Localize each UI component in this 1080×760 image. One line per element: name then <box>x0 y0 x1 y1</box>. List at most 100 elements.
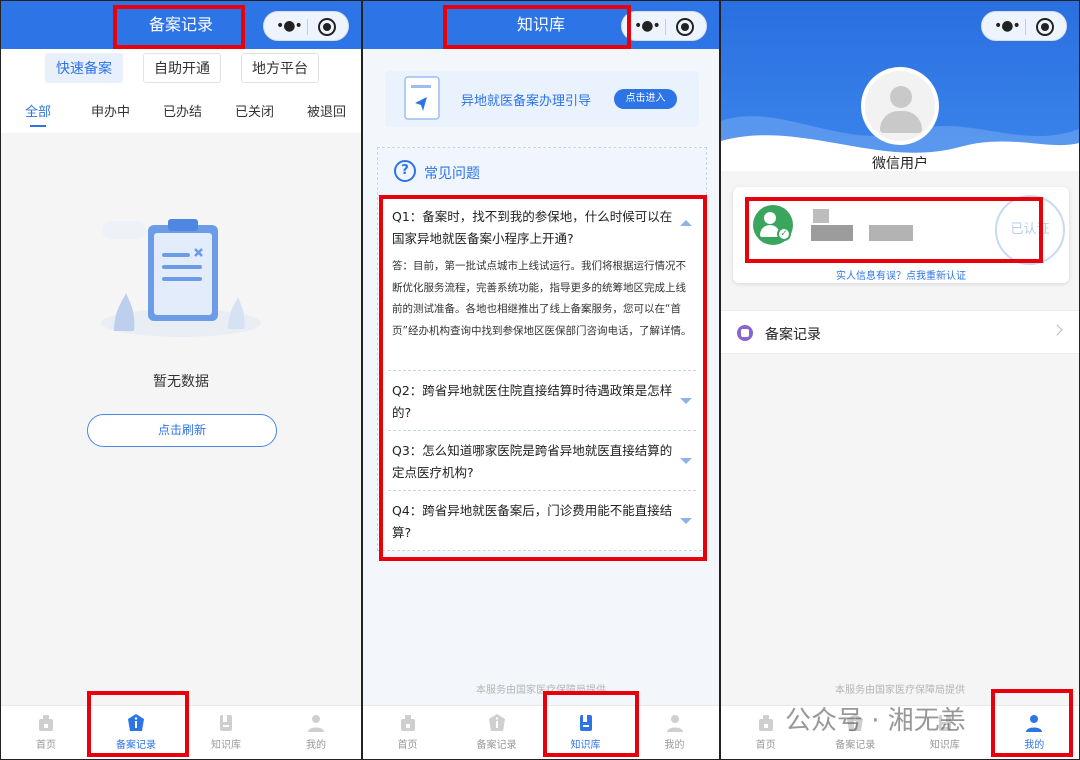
guide-banner[interactable]: 异地就医备案办理引导 点击进入 <box>385 71 699 127</box>
user-nickname: 微信用户 <box>872 156 928 172</box>
masked-name <box>813 209 829 223</box>
close-miniapp-icon[interactable] <box>318 18 336 36</box>
faq-title: 常见问题 <box>424 166 480 182</box>
tab-knowledge[interactable]: 知识库 <box>541 706 630 759</box>
chevron-right-icon <box>1051 324 1063 336</box>
avatar[interactable] <box>861 67 939 145</box>
capsule-divider <box>307 19 308 35</box>
wechat-watermark: 公众号 · 湘无恙 <box>785 706 966 736</box>
faq-header: ? 常见问题 <box>378 148 706 196</box>
quick-record-button[interactable]: 快速备案 <box>45 53 123 83</box>
user-icon <box>666 715 683 732</box>
miniapp-capsule[interactable]: •●• <box>263 11 349 41</box>
tab-knowledge-label: 知识库 <box>570 740 601 751</box>
close-miniapp-icon[interactable] <box>1036 18 1054 36</box>
tab-mine-label: 我的 <box>664 740 685 751</box>
reauth-link[interactable]: 实人信息有误？点我重新认证 <box>733 267 1069 282</box>
tab-home-label: 首页 <box>755 740 776 751</box>
miniapp-capsule[interactable]: •●• <box>621 11 707 41</box>
active-tab-underline <box>30 125 46 127</box>
masked-id-number <box>869 225 913 241</box>
tab-home[interactable]: 首页 <box>363 706 452 759</box>
menu-item-records[interactable]: 备案记录 <box>721 310 1079 354</box>
tab-mine[interactable]: 我的 <box>990 706 1080 759</box>
collapse-icon[interactable] <box>680 220 692 226</box>
expand-icon[interactable] <box>680 398 692 404</box>
home-icon <box>39 715 53 731</box>
check-icon: ✓ <box>777 227 791 241</box>
guide-document-icon <box>404 76 440 120</box>
service-footer: 本服务由国家医疗保障局提供 <box>476 685 606 696</box>
expand-icon[interactable] <box>680 518 692 524</box>
faq-panel: ? 常见问题 Q1：备案时，找不到我的参保地，什么时候可以在国家异地就医备案小程… <box>377 147 707 551</box>
tab-mine-label: 我的 <box>1024 740 1045 751</box>
top-bar: 知识库 •●• <box>363 1 719 49</box>
menu-item-label: 备案记录 <box>765 327 821 343</box>
self-service-button[interactable]: 自助开通 <box>143 53 221 83</box>
question-icon: ? <box>394 160 416 182</box>
empty-state-text: 暂无数据 <box>153 374 209 390</box>
more-icon[interactable]: •●• <box>634 18 661 34</box>
faq-answer-1: 答：目前，第一批试点城市上线试运行。我们将根据运行情况不断优化服务流程，完善系统… <box>392 260 692 337</box>
tab-records-label: 备案记录 <box>835 740 876 751</box>
local-platform-button[interactable]: 地方平台 <box>241 53 319 83</box>
tab-home[interactable]: 首页 <box>1 706 91 759</box>
book-icon <box>220 715 232 731</box>
home-icon <box>400 715 415 731</box>
record-icon <box>737 325 753 341</box>
tab-mine[interactable]: 我的 <box>630 706 719 759</box>
empty-clipboard-illustration <box>101 219 261 337</box>
more-icon[interactable]: •●• <box>276 18 303 34</box>
tab-mine-label: 我的 <box>306 740 326 751</box>
tab-records[interactable]: 备案记录 <box>452 706 541 759</box>
expand-icon[interactable] <box>680 458 692 464</box>
tab-completed[interactable]: 已办结 <box>163 101 202 120</box>
miniapp-capsule[interactable]: •●• <box>981 11 1067 41</box>
tab-all[interactable]: 全部 <box>25 101 51 120</box>
person-head-icon <box>764 212 776 224</box>
top-bar: 备案记录 •●• <box>1 1 361 49</box>
tab-closed[interactable]: 已关闭 <box>235 101 274 120</box>
book-icon <box>579 715 592 731</box>
tab-records-label: 备案记录 <box>116 740 156 751</box>
tab-home-label: 首页 <box>36 740 56 751</box>
tab-knowledge-label: 知识库 <box>929 740 960 751</box>
bottom-tabbar: 首页 备案记录 知识库 我的 <box>363 705 719 759</box>
info-icon <box>488 714 505 731</box>
tab-home-label: 首页 <box>397 740 418 751</box>
tab-records[interactable]: 备案记录 <box>91 706 181 759</box>
capsule-divider <box>665 19 666 35</box>
verified-stamp: 已认证 <box>995 195 1065 265</box>
identity-card: ✓ 已认证 实人信息有误？点我重新认证 <box>733 187 1069 283</box>
screen-mine: •●• 微信用户 ✓ 已认证 实人信息有误？点我重新认证 备案记录 本服务由国家… <box>720 0 1080 760</box>
tab-processing[interactable]: 申办中 <box>91 101 130 120</box>
masked-name <box>811 225 853 241</box>
records-header: 快速备案 自助开通 地方平台 全部 申办中 已办结 已关闭 被退回 <box>1 49 361 133</box>
faq-question-3[interactable]: Q3：怎么知道哪家医院是跨省异地就医直接结算的定点医疗机构? <box>392 440 674 484</box>
tab-knowledge-label: 知识库 <box>211 740 241 751</box>
tab-returned[interactable]: 被退回 <box>307 101 346 120</box>
capsule-divider <box>1025 19 1026 35</box>
more-icon[interactable]: •●• <box>994 18 1021 34</box>
avatar-head-icon <box>890 86 912 108</box>
user-icon <box>308 715 324 732</box>
tab-knowledge[interactable]: 知识库 <box>181 706 271 759</box>
faq-divider <box>388 490 696 491</box>
faq-divider <box>388 430 696 431</box>
info-icon <box>128 714 144 731</box>
screen-knowledge: 知识库 •●• 异地就医备案办理引导 点击进入 ? 常见问题 Q1：备案时，找不… <box>362 0 720 760</box>
guide-text: 异地就医备案办理引导 <box>461 94 592 109</box>
service-footer: 本服务由国家医疗保障局提供 <box>835 685 965 696</box>
guide-enter-button[interactable]: 点击进入 <box>614 89 677 109</box>
user-icon <box>1026 715 1043 732</box>
faq-question-2[interactable]: Q2：跨省异地就医住院直接结算时待遇政策是怎样的? <box>392 380 674 424</box>
tab-mine[interactable]: 我的 <box>271 706 361 759</box>
faq-question-1[interactable]: Q1：备案时，找不到我的参保地，什么时候可以在国家异地就医备案小程序上开通? <box>392 206 674 250</box>
faq-divider <box>388 370 696 371</box>
refresh-button[interactable]: 点击刷新 <box>87 414 277 447</box>
bottom-tabbar: 首页 备案记录 知识库 我的 <box>1 705 361 759</box>
screen-records: 备案记录 •●• 快速备案 自助开通 地方平台 全部 申办中 已办结 已关闭 被… <box>0 0 362 760</box>
close-miniapp-icon[interactable] <box>676 18 694 36</box>
faq-question-4[interactable]: Q4：跨省异地就医备案后，门诊费用能不能直接结算? <box>392 500 674 544</box>
avatar-body-icon <box>880 111 922 133</box>
